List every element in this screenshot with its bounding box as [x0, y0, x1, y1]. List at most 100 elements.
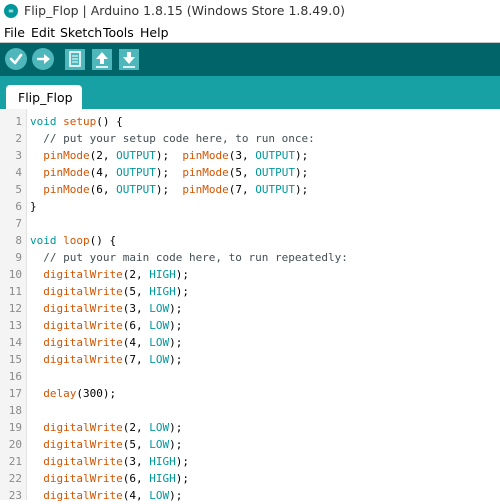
line-number: 18: [8, 404, 22, 417]
menu-edit[interactable]: Edit: [31, 25, 55, 40]
code-editor[interactable]: 1 void setup() {2 // put your setup code …: [0, 109, 500, 502]
open-button[interactable]: [92, 49, 112, 70]
code-text: pinMode(6, OUTPUT); pinMode(7, OUTPUT);: [30, 181, 308, 198]
function-name: pinMode: [43, 166, 90, 179]
code-text: (3,: [122, 455, 150, 468]
save-button[interactable]: [119, 49, 139, 70]
document-icon: [69, 51, 81, 67]
code-text: digitalWrite(3, HIGH);: [30, 453, 189, 470]
code-line[interactable]: 8 void loop() {: [0, 232, 500, 249]
code-text: );: [175, 285, 189, 298]
up-arrow-icon: [96, 52, 108, 68]
code-text: (6,: [122, 319, 150, 332]
code-text: () {: [89, 234, 117, 247]
code-line[interactable]: 18: [0, 402, 500, 419]
line-number: 22: [8, 472, 22, 485]
tab-bar: Flip_Flop: [0, 76, 500, 109]
code-text: // put your main code here, to run repea…: [30, 249, 348, 266]
code-text: }: [30, 200, 37, 213]
menu-tools[interactable]: Tools: [103, 25, 134, 40]
constant: LOW: [149, 353, 170, 366]
code-text: }: [30, 198, 37, 215]
code-line[interactable]: 20 digitalWrite(5, LOW);: [0, 436, 500, 453]
code-line[interactable]: 3 pinMode(2, OUTPUT); pinMode(3, OUTPUT)…: [0, 147, 500, 164]
code-line[interactable]: 22 digitalWrite(6, HIGH);: [0, 470, 500, 487]
code-line[interactable]: 1 void setup() {: [0, 113, 500, 130]
constant: OUTPUT: [255, 183, 295, 196]
arduino-logo-icon: ∞: [4, 4, 18, 18]
window-title: Flip_Flop | Arduino 1.8.15 (Windows Stor…: [24, 3, 346, 18]
constant: LOW: [149, 438, 170, 451]
code-line[interactable]: 17 delay(300);: [0, 385, 500, 402]
constant: OUTPUT: [116, 166, 156, 179]
code-text: digitalWrite(3, LOW);: [30, 300, 182, 317]
code-text: (3,: [228, 149, 256, 162]
code-line[interactable]: 21 digitalWrite(3, HIGH);: [0, 453, 500, 470]
code-line[interactable]: 15 digitalWrite(7, LOW);: [0, 351, 500, 368]
code-text: (7,: [122, 353, 150, 366]
line-number: 10: [8, 268, 22, 281]
function-name: pinMode: [43, 149, 90, 162]
upload-button[interactable]: [32, 48, 54, 70]
code-text: (6,: [122, 472, 150, 485]
tab-flip-flop[interactable]: Flip_Flop: [6, 85, 82, 109]
code-line[interactable]: 6}: [0, 198, 500, 215]
code-line[interactable]: 14 digitalWrite(4, LOW);: [0, 334, 500, 351]
function-name: digitalWrite: [43, 421, 123, 434]
menu-help[interactable]: Help: [140, 25, 169, 40]
line-number: 3: [15, 149, 22, 162]
line-number: 13: [8, 319, 22, 332]
verify-button[interactable]: [5, 48, 27, 70]
function-name: digitalWrite: [43, 489, 123, 502]
constant: OUTPUT: [116, 183, 156, 196]
function-name: delay: [43, 387, 77, 400]
menu-bar: File Edit Sketch Tools Help: [0, 22, 500, 43]
function-name: digitalWrite: [43, 438, 123, 451]
code-text: digitalWrite(4, LOW);: [30, 334, 182, 351]
constant: LOW: [149, 489, 170, 502]
code-text: );: [294, 166, 309, 179]
new-sketch-button[interactable]: [65, 49, 85, 70]
menu-file[interactable]: File: [4, 25, 25, 40]
comment: // put your main code here, to run repea…: [30, 251, 348, 264]
line-number: 15: [8, 353, 22, 366]
code-line[interactable]: 4 pinMode(4, OUTPUT); pinMode(5, OUTPUT)…: [0, 164, 500, 181]
code-text: );: [169, 489, 183, 502]
line-number: 2: [15, 132, 22, 145]
line-number: 11: [8, 285, 22, 298]
toolbar: [0, 43, 500, 76]
constant: HIGH: [149, 285, 176, 298]
code-line[interactable]: 2 // put your setup code here, to run on…: [0, 130, 500, 147]
code-line[interactable]: 23 digitalWrite(4, LOW);: [0, 487, 500, 504]
code-text: (3,: [122, 302, 150, 315]
code-text: digitalWrite(5, LOW);: [30, 436, 182, 453]
code-line[interactable]: 19 digitalWrite(2, LOW);: [0, 419, 500, 436]
constant: LOW: [149, 319, 170, 332]
code-line[interactable]: 11 digitalWrite(5, HIGH);: [0, 283, 500, 300]
code-line[interactable]: 16: [0, 368, 500, 385]
code-line[interactable]: 5 pinMode(6, OUTPUT); pinMode(7, OUTPUT)…: [0, 181, 500, 198]
code-line[interactable]: 9 // put your main code here, to run rep…: [0, 249, 500, 266]
code-line[interactable]: 7: [0, 215, 500, 232]
code-text: );: [175, 455, 189, 468]
code-text: void loop() {: [30, 232, 116, 249]
code-text: (7,: [228, 183, 256, 196]
constant: LOW: [149, 336, 170, 349]
code-line[interactable]: 10 digitalWrite(2, HIGH);: [0, 266, 500, 283]
function-name: digitalWrite: [43, 455, 123, 468]
line-number: 16: [8, 370, 22, 383]
code-text: (300);: [76, 387, 117, 400]
code-line[interactable]: 12 digitalWrite(3, LOW);: [0, 300, 500, 317]
function-name: digitalWrite: [43, 268, 123, 281]
code-text: (4,: [122, 336, 150, 349]
code-line[interactable]: 13 digitalWrite(6, LOW);: [0, 317, 500, 334]
title-bar: ∞ Flip_Flop | Arduino 1.8.15 (Windows St…: [0, 0, 500, 22]
menu-sketch[interactable]: Sketch: [60, 25, 102, 40]
